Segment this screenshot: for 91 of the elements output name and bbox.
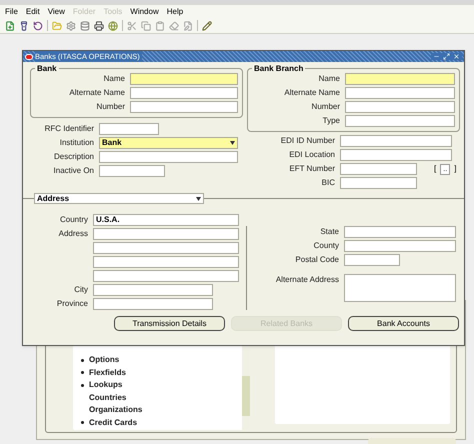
list-item[interactable]: Credit Cards (89, 416, 138, 429)
dialog-button[interactable]: Transmission Details (114, 316, 225, 331)
field-label: Province (56, 299, 88, 308)
menu-item[interactable]: Edit (26, 6, 40, 18)
input-field[interactable] (93, 284, 213, 296)
menu-item[interactable]: Window (130, 6, 159, 18)
list-item[interactable]: Countries (89, 392, 126, 404)
bullet-icon (81, 371, 84, 374)
input-field[interactable] (345, 73, 455, 85)
group-title: Bank Branch (253, 64, 304, 73)
field-label: Country (60, 215, 88, 224)
input-field[interactable] (345, 115, 455, 127)
input-field[interactable] (344, 240, 456, 252)
cut-icon[interactable] (127, 20, 137, 30)
input-field[interactable] (93, 228, 239, 240)
field-label: Name (104, 74, 125, 83)
input-field[interactable] (93, 270, 239, 282)
input-field[interactable] (344, 274, 456, 302)
field-label: BIC (322, 178, 335, 187)
input-field[interactable] (130, 87, 238, 99)
eraser-icon[interactable] (169, 20, 179, 30)
input-field[interactable] (340, 163, 417, 175)
maximize-icon[interactable] (443, 53, 450, 60)
dropdown-arrow-icon[interactable] (196, 196, 201, 200)
input-field[interactable] (99, 123, 159, 135)
settings-icon[interactable] (66, 20, 76, 30)
field-label: Institution (60, 138, 94, 147)
input-field[interactable] (130, 101, 238, 113)
menu-item[interactable]: Help (166, 6, 184, 18)
input-field[interactable] (93, 242, 239, 254)
field-label: City (74, 285, 88, 294)
field-label: Address (58, 229, 88, 238)
input-field[interactable] (345, 101, 455, 113)
list-item[interactable]: Flexfields (89, 366, 126, 379)
list-item[interactable]: Options (89, 354, 120, 366)
field-label: Alternate Address (276, 275, 339, 284)
bracket: [ (434, 163, 436, 175)
input-field[interactable]: U.S.A. (93, 214, 239, 226)
pencil-icon[interactable] (202, 20, 212, 30)
menu-item[interactable]: File (5, 6, 18, 18)
bracket: ] (454, 163, 456, 175)
field-label: Number (96, 102, 125, 111)
folder-icon[interactable] (52, 20, 62, 30)
printer-icon[interactable] (94, 20, 104, 30)
app-icon (25, 54, 33, 60)
clipboard-icon[interactable] (155, 20, 165, 30)
field-label: County (314, 241, 339, 250)
group-title: Bank (36, 64, 58, 73)
bullet-icon (81, 421, 84, 424)
bullet-icon (81, 384, 84, 387)
field-label: Alternate Name (284, 88, 340, 97)
list-item[interactable]: Lookups (89, 379, 122, 392)
field-label: State (320, 227, 339, 236)
field-label: EFT Number (289, 164, 335, 173)
edit-icon[interactable] (183, 20, 193, 30)
list-item[interactable]: Organizations (89, 404, 142, 416)
field-label: Alternate Name (69, 88, 125, 97)
input-field[interactable]: Bank (99, 137, 238, 149)
field-label: EDI Location (289, 150, 335, 159)
input-field[interactable] (99, 165, 165, 177)
input-field[interactable] (340, 177, 417, 189)
bullet-icon (81, 358, 84, 362)
field-label: RFC Identifier (44, 124, 94, 133)
flashlight-icon[interactable] (19, 20, 29, 30)
menu-item[interactable]: View (48, 6, 65, 18)
input-field[interactable] (344, 226, 456, 238)
dropdown-arrow-icon[interactable] (230, 141, 235, 145)
input-field[interactable] (93, 256, 239, 268)
input-field[interactable] (340, 149, 452, 161)
close-icon[interactable] (453, 53, 460, 60)
input-field[interactable] (130, 73, 238, 85)
field-label: Name (318, 74, 340, 83)
input-field[interactable] (93, 298, 213, 310)
field-label: Type (322, 116, 340, 125)
field-label: Description (54, 152, 94, 161)
copy-icon[interactable] (141, 20, 151, 30)
field-label: Inactive On (54, 166, 94, 175)
field-label: Postal Code (295, 255, 339, 264)
input-field[interactable] (340, 135, 452, 147)
database-icon[interactable] (80, 20, 90, 30)
undo-icon[interactable] (33, 20, 43, 30)
new-record-icon[interactable] (5, 20, 15, 30)
address-selector[interactable]: Address (34, 193, 204, 204)
globe-icon[interactable] (108, 20, 118, 30)
input-field[interactable] (344, 254, 400, 266)
dialog-button[interactable]: Bank Accounts (348, 316, 459, 331)
minimize-icon[interactable] (433, 53, 440, 60)
input-field[interactable] (99, 151, 238, 163)
field-label: EDI ID Number (280, 136, 335, 145)
input-field[interactable] (345, 87, 455, 99)
field-label: Number (312, 102, 340, 111)
